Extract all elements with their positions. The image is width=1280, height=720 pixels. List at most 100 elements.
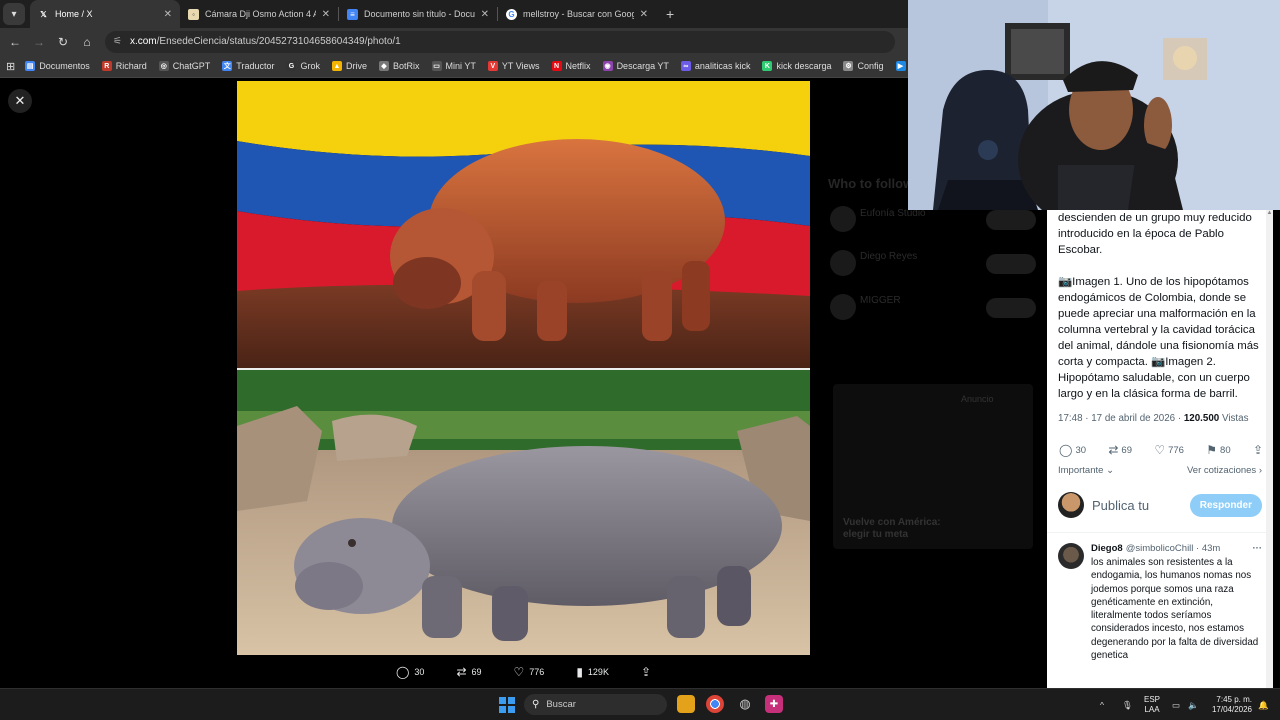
bookmark-config[interactable]: ⚙ Config [843, 61, 884, 71]
bookmark-descarga-yt[interactable]: ◉ Descarga YT [602, 61, 669, 71]
obs-icon[interactable]: ◍ [736, 695, 754, 713]
forward-arrow-icon[interactable]: → [27, 35, 51, 49]
reply-button[interactable]: ◯ 30 [396, 665, 424, 679]
bookmark-label: Grok [300, 61, 320, 71]
like-button[interactable]: ♡ 776 [514, 665, 545, 679]
tab-dji-camera[interactable]: ◦ Cámara Dji Osmo Action 4 Adv... ✕ [180, 0, 338, 28]
address-bar[interactable]: ⚟ x.com/EnsedeCiencia/status/20452731046… [105, 30, 895, 53]
tab-search-menu-button[interactable]: ▾ [3, 3, 25, 25]
close-icon[interactable]: ✕ [640, 9, 648, 20]
bookmark-label: BotRix [393, 61, 420, 71]
scroll-up-arrow-icon[interactable]: ▲ [1266, 210, 1273, 218]
close-icon[interactable]: ✕ [322, 9, 330, 20]
taskbar-search[interactable]: ⚲ Buscar [524, 694, 667, 715]
reply-submit-button[interactable]: Responder [1189, 493, 1262, 517]
show-hidden-icons-icon[interactable]: ^ [1100, 689, 1104, 720]
bookmark-chatgpt[interactable]: ◎ ChatGPT [158, 61, 210, 71]
tab-google-doc[interactable]: ≡ Documento sin título - Docum... ✕ [339, 0, 497, 28]
scrollbar[interactable] [1266, 210, 1273, 688]
home-icon[interactable]: ⌂ [75, 35, 99, 49]
reply-header: Diego8 @simbolicoChill · 43m ··· [1091, 543, 1262, 554]
file-explorer-icon[interactable] [677, 695, 695, 713]
url-path: /EnsedeCiencia/status/204527310465860434… [156, 36, 401, 47]
microphone-icon[interactable]: 🎙 [1122, 689, 1133, 720]
new-tab-button[interactable]: + [666, 6, 674, 22]
site-info-icon[interactable]: ⚟ [113, 36, 122, 47]
bookmark-favicon-icon: N [551, 61, 562, 71]
bookmark-grok[interactable]: G Grok [286, 61, 320, 71]
share-button[interactable]: ⇪ [641, 665, 651, 679]
windows-start-icon[interactable] [499, 697, 515, 713]
bookmark-traductor[interactable]: 文 Traductor [222, 61, 274, 71]
bookmark-documentos[interactable]: ▤ Documentos [25, 61, 90, 71]
clock-date: 17/04/2026 [1211, 705, 1252, 714]
bookmark-botrix[interactable]: ◆ BotRix [379, 61, 420, 71]
bookmark-favicon-icon: ▶ [895, 61, 906, 71]
more-options-icon[interactable]: ··· [1253, 543, 1263, 554]
bookmark-favicon-icon: ∞ [680, 61, 691, 71]
reload-icon[interactable]: ↻ [51, 35, 75, 49]
tweet-text-paragraph: descienden de un grupo muy reducido intr… [1058, 212, 1252, 256]
reply-age: · 43m [1196, 543, 1221, 554]
tweet-text-paragraph: 📷Imagen 1. Uno de los hipopótamos endogá… [1058, 276, 1259, 400]
repost-count: 69 [471, 667, 482, 677]
repost-button[interactable]: ⇄ 69 [456, 665, 481, 679]
view-quotes-link[interactable]: Ver cotizaciones › [1187, 465, 1262, 476]
suggested-account: MIGGER [860, 295, 901, 306]
avatar[interactable] [1058, 543, 1084, 569]
webcam-overlay [908, 0, 1280, 210]
bookmark-richard[interactable]: R Richard [101, 61, 147, 71]
bookmark-yt-views[interactable]: V YT Views [487, 61, 540, 71]
follow-button[interactable] [986, 298, 1036, 318]
follow-button[interactable] [986, 254, 1036, 274]
bookmark-button[interactable]: ⚑ 80 [1206, 443, 1230, 457]
like-button[interactable]: ♡ 776 [1154, 443, 1184, 457]
reply-button[interactable]: ◯ 30 [1059, 443, 1086, 457]
apps-grid-icon[interactable]: ⊞ [6, 60, 15, 73]
bookmark-prime[interactable]: ▶Prime [895, 61, 909, 71]
app-icon[interactable]: ✚ [765, 695, 783, 713]
repost-icon: ⇄ [456, 665, 467, 679]
sort-dropdown[interactable]: Importante ⌄ [1058, 465, 1114, 476]
like-count: 776 [529, 667, 545, 677]
reply-bubble-icon: ◯ [1059, 443, 1073, 457]
language-indicator[interactable]: ESP LAA [1144, 695, 1160, 715]
reply-input[interactable]: Publica tu [1092, 498, 1190, 513]
suggested-account: Diego Reyes [860, 251, 918, 262]
views-button[interactable]: ▮ 129K [576, 665, 609, 679]
follow-button[interactable] [986, 210, 1036, 230]
reply-author-handle[interactable]: @simbolicoChill [1126, 543, 1194, 554]
close-viewer-button[interactable]: ✕ [8, 89, 32, 113]
notifications-icon[interactable]: 🔔 [1258, 689, 1269, 720]
reply-count: 30 [1075, 444, 1087, 456]
bookmark-label: Netflix [565, 61, 591, 71]
network-icon[interactable]: ▭ [1172, 689, 1180, 720]
tweet-photo[interactable] [237, 81, 810, 655]
reply-author-name[interactable]: Diego8 [1091, 543, 1123, 554]
avatar [1058, 492, 1084, 518]
close-icon[interactable]: ✕ [164, 9, 172, 20]
view-count: 129K [587, 667, 609, 677]
bookmark-mini-yt[interactable]: ▭ Mini YT [431, 61, 476, 71]
bookmark-analiticas-kick[interactable]: ∞ analiticas kick [680, 61, 750, 71]
reply-item[interactable]: Diego8 @simbolicoChill · 43m ··· los ani… [1047, 533, 1273, 662]
bookmark-netflix[interactable]: N Netflix [551, 61, 591, 71]
chrome-icon[interactable] [706, 695, 724, 713]
repost-button[interactable]: ⇄ 69 [1108, 443, 1132, 457]
bookmark-drive[interactable]: ▲ Drive [331, 61, 367, 71]
close-icon[interactable]: ✕ [481, 9, 489, 20]
bookmark-favicon-icon: R [101, 61, 112, 71]
share-button[interactable]: ⇪ [1253, 443, 1263, 457]
chevron-down-icon: ⌄ [1106, 465, 1115, 476]
tab-home-x[interactable]: 𝕏 Home / X ✕ [30, 0, 180, 28]
bookmark-favicon-icon: ▭ [431, 61, 442, 71]
clock[interactable]: 7:45 p. m. 17/04/2026 [1206, 695, 1252, 715]
bookmark-kick-descarga[interactable]: Kkick descarga [762, 61, 831, 71]
tab-google-search[interactable]: G mellstroy - Buscar con Google ✕ [498, 0, 656, 28]
volume-icon[interactable]: 🔈 [1188, 689, 1199, 720]
tweet-views-value: 120.500 [1183, 413, 1220, 424]
back-arrow-icon[interactable]: ← [3, 35, 27, 49]
bookmark-favicon-icon: 文 [222, 61, 233, 71]
windows-taskbar: ⚲ Buscar ◍ ✚ ^ 🎙 ESP LAA ▭ 🔈 7:45 p. m. … [0, 688, 1280, 720]
tweet-timestamp[interactable]: 17:48 · 17 de abril de 2026 · 120.500 Vi… [1047, 413, 1273, 424]
